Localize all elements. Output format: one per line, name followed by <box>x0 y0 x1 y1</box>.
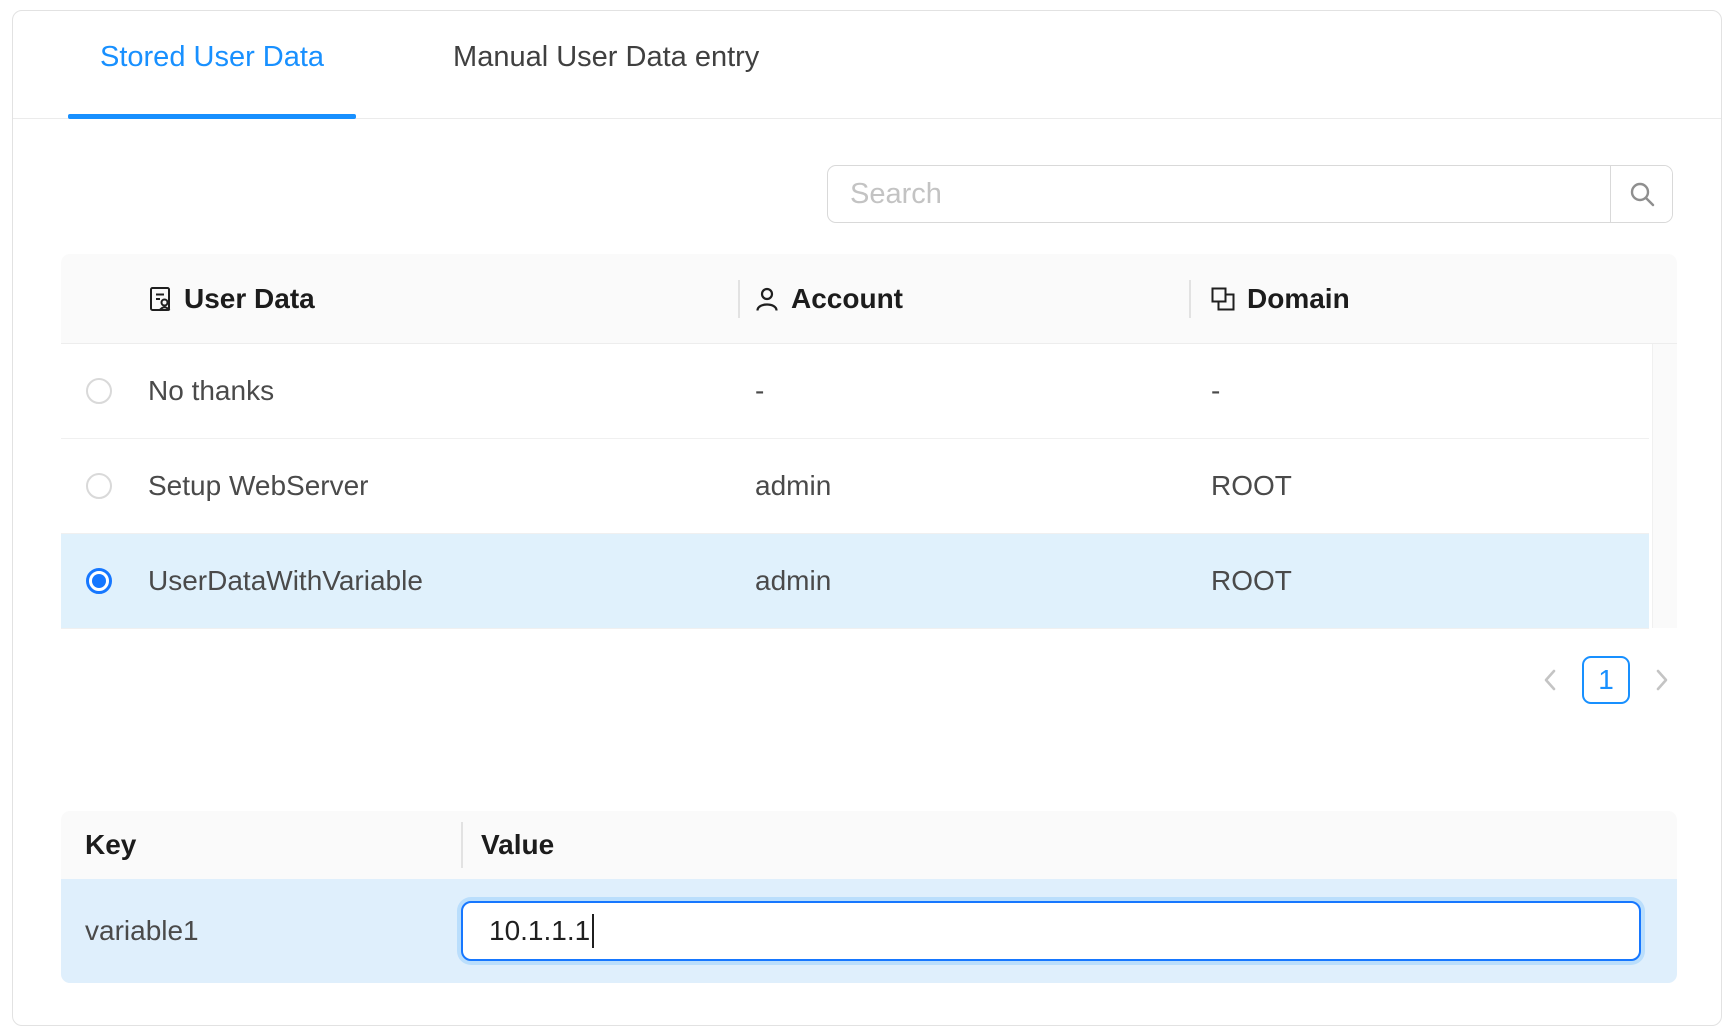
user-data-name: UserDataWithVariable <box>148 565 423 597</box>
user-data-dialog: Stored User Data Manual User Data entry <box>12 10 1722 1026</box>
pagination: 1 <box>61 656 1677 704</box>
tab-stored-user-data[interactable]: Stored User Data <box>68 11 356 118</box>
search-button[interactable] <box>1610 166 1672 222</box>
chevron-left-icon <box>1540 667 1562 693</box>
search-input[interactable] <box>828 166 1610 222</box>
user-data-name: No thanks <box>148 375 274 407</box>
user-icon <box>753 285 781 313</box>
radio-no-thanks[interactable] <box>86 378 112 404</box>
user-data-name: Setup WebServer <box>148 470 369 502</box>
solution-icon <box>146 285 174 313</box>
pagination-prev-button[interactable] <box>1535 656 1567 704</box>
column-header-user-data: User Data <box>61 254 738 343</box>
pagination-page-1[interactable]: 1 <box>1582 656 1630 704</box>
column-header-account: Account <box>738 254 1189 343</box>
column-label: User Data <box>184 283 315 315</box>
column-label: Account <box>791 283 903 315</box>
tab-label: Manual User Data entry <box>453 41 759 74</box>
table-header: User Data Account <box>61 254 1677 344</box>
search-icon <box>1627 179 1657 209</box>
account-value: admin <box>738 470 1189 502</box>
column-header-domain: Domain <box>1189 254 1649 343</box>
variable-key: variable1 <box>61 915 461 947</box>
search-group <box>827 165 1673 223</box>
domain-value: ROOT <box>1189 470 1649 502</box>
chevron-right-icon <box>1650 667 1672 693</box>
table-row-no-thanks[interactable]: No thanks - - <box>61 344 1649 439</box>
tab-manual-user-data-entry[interactable]: Manual User Data entry <box>421 11 791 118</box>
header-scrollbar-gutter <box>1649 254 1677 343</box>
value-input[interactable]: 10.1.1.1 <box>461 901 1641 961</box>
table-scrollbar[interactable] <box>1652 344 1677 628</box>
text-cursor <box>592 914 594 948</box>
block-icon <box>1209 285 1237 313</box>
table-row-setup-webserver[interactable]: Setup WebServer admin ROOT <box>61 439 1649 534</box>
tab-label: Stored User Data <box>100 41 324 74</box>
user-data-table: User Data Account <box>61 254 1677 629</box>
table-row-userdatawithvariable[interactable]: UserDataWithVariable admin ROOT <box>61 534 1649 629</box>
radio-setup-webserver[interactable] <box>86 473 112 499</box>
column-header-key: Key <box>61 829 461 861</box>
tab-bar: Stored User Data Manual User Data entry <box>13 11 1721 119</box>
account-value: admin <box>738 565 1189 597</box>
pagination-next-button[interactable] <box>1645 656 1677 704</box>
value-input-text: 10.1.1.1 <box>489 915 590 947</box>
kv-table-header: Key Value <box>61 811 1677 879</box>
column-label: Domain <box>1247 283 1350 315</box>
radio-userdatawithvariable[interactable] <box>86 568 112 594</box>
key-value-table: Key Value variable1 10.1.1.1 <box>61 811 1677 983</box>
domain-value: - <box>1189 375 1649 407</box>
kv-table-row: variable1 10.1.1.1 <box>61 879 1677 983</box>
column-header-value: Value <box>461 811 1677 879</box>
account-value: - <box>738 375 1189 407</box>
domain-value: ROOT <box>1189 565 1649 597</box>
